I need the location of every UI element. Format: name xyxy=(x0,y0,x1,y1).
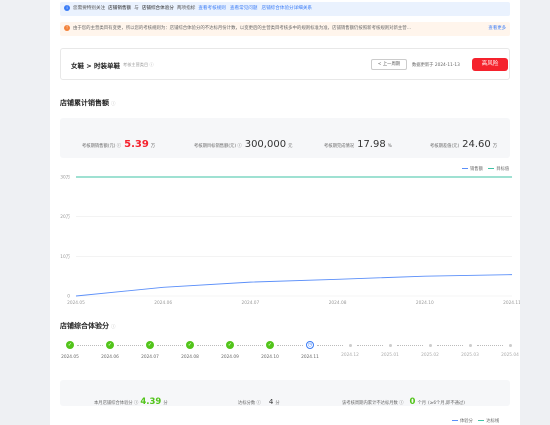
see-more-link[interactable]: 查看更多 xyxy=(485,22,506,36)
series-line-0 xyxy=(75,274,513,297)
pending-dot-icon xyxy=(508,343,512,347)
y-tick-label: 30万 xyxy=(60,175,70,181)
timeline-month[interactable]: ✓ 2024.08 xyxy=(172,338,208,360)
timeline-month-label: 2025.02 xyxy=(421,352,439,358)
sales-section-title: 店铺累计销售额 ⓘ xyxy=(60,99,116,107)
timeline-month-label: 2024.09 xyxy=(221,355,239,360)
timeline-month-label: 2024.10 xyxy=(261,355,279,360)
x-tick-label: 2024.05 xyxy=(67,300,85,306)
info-text-4: 店铺综合体验分 xyxy=(141,6,174,11)
timeline-month-label: 2024.12 xyxy=(341,352,359,358)
faq-link[interactable]: 查看常见问题 xyxy=(230,6,258,11)
pending-dot-icon xyxy=(468,343,472,347)
metric-gap: 考核期差值(元) 24.60 万 xyxy=(430,139,498,150)
help-icon: ⓘ xyxy=(236,144,242,149)
pending-dot-icon xyxy=(428,343,432,347)
check-icon: ✓ xyxy=(106,341,114,349)
risk-level-badge[interactable]: 高风险 xyxy=(472,58,508,71)
score-timeline: ✓ 2024.05 ✓ 2024.06 ✓ 2024.07 ✓ 2024.08 ✓ 2024.09… xyxy=(50,338,520,368)
data-updated: 数据更新于 2024-11-13 xyxy=(412,63,460,68)
warning-text: 由于您的主营类目有变更，所以您的考核规则为：店铺综合体验分的不达标月份计数，以变… xyxy=(73,26,412,31)
y-tick-label: 20万 xyxy=(60,214,70,220)
info-text-3: 与 xyxy=(134,6,139,11)
category-card: 女鞋 > 时装单鞋 考核主营类目 ⓘ < 上一周期 数据更新于 2024-11-… xyxy=(60,48,510,80)
info-text-1: 您需要特别关注 xyxy=(73,6,106,11)
x-tick-label: 2024.08 xyxy=(329,300,347,306)
score-chart-legend: 体验分 达标线 xyxy=(452,418,499,424)
x-tick-label: 2024.11 xyxy=(503,300,520,306)
warning-bar: ! 由于您的主营类目有变更，所以您的考核规则为：店铺综合体验分的不达标月份计数，以… xyxy=(60,22,510,36)
timeline-month[interactable]: ✓ 2024.05 xyxy=(52,338,88,360)
timeline-month[interactable]: ✓ 2024.09 xyxy=(212,338,248,360)
stat-threshold: 达标分数 ⓘ 4 分 xyxy=(238,398,280,406)
timeline-month-label: 2024.11 xyxy=(301,355,319,360)
timeline-month-label: 2024.05 xyxy=(61,355,79,360)
x-tick-label: 2024.10 xyxy=(416,300,434,306)
metric-target: 考核期目标销售额(元) ⓘ 300,000 元 xyxy=(194,139,293,150)
x-tick-label: 2024.06 xyxy=(154,300,172,306)
previous-period-button[interactable]: < 上一周期 xyxy=(371,59,407,70)
help-icon: ⓘ xyxy=(111,102,116,107)
category-path: 女鞋 > 时装单鞋 xyxy=(71,62,120,70)
y-tick-label: 0 xyxy=(67,294,70,300)
timeline-month[interactable]: ✓ 2024.10 xyxy=(252,338,288,360)
stat-fail-months: 该考核周期内累计不达标月数 ⓘ 0 个月 (≥6个月,即不通过) xyxy=(342,397,465,407)
legend-score[interactable]: 体验分 xyxy=(452,419,473,424)
help-icon: ⓘ xyxy=(255,401,261,406)
assessment-panel: i 您需要特别关注 店铺销售额与店铺综合体验分 两项指标 查看考核规则 查看常见问题 店铺综… xyxy=(50,0,520,425)
pending-dot-icon xyxy=(388,343,392,347)
score-section-title: 店铺综合体验分 ⓘ xyxy=(60,322,116,330)
score-stats: 本月店铺综合体验分 ⓘ 4.39 分 达标分数 ⓘ 4 分 该考核周期内累计不达标月数 … xyxy=(60,380,510,407)
timeline-month[interactable]: ✓ 2024.07 xyxy=(132,338,168,360)
timeline-month[interactable]: 2025.04 xyxy=(492,338,520,358)
timeline-month[interactable]: 2025.01 xyxy=(372,338,408,358)
timeline-month-label: 2025.04 xyxy=(501,352,519,358)
timeline-month-label: 2025.03 xyxy=(461,352,479,358)
help-icon: ⓘ xyxy=(397,401,404,406)
category-subtitle: 考核主营类目 ⓘ xyxy=(123,62,154,67)
timeline-month-label: 2024.06 xyxy=(101,355,119,360)
help-icon: ⓘ xyxy=(111,325,116,330)
timeline-month[interactable]: ◷ 2024.11 xyxy=(292,338,328,360)
warning-icon: ! xyxy=(64,24,70,31)
score-relation-link[interactable]: 店铺综合体验分详细关系 xyxy=(261,6,312,11)
timeline-month-label: 2025.01 xyxy=(381,352,399,358)
y-tick-label: 10万 xyxy=(60,254,70,260)
rules-link[interactable]: 查看考核规则 xyxy=(198,6,226,11)
timeline-month[interactable]: ✓ 2024.06 xyxy=(92,338,128,360)
check-icon: ✓ xyxy=(266,341,274,349)
timeline-month-label: 2024.08 xyxy=(181,355,199,360)
sales-metrics: 考核期销售额(元) ⓘ 5.39 万 考核期目标销售额(元) ⓘ 300,000 元 考… xyxy=(60,118,510,158)
legend-threshold[interactable]: 达标线 xyxy=(478,419,499,424)
help-icon: ⓘ xyxy=(132,401,139,406)
pending-dot-icon xyxy=(348,343,352,347)
timeline-month-label: 2024.07 xyxy=(141,355,159,360)
info-text-2: 店铺销售额 xyxy=(108,6,132,11)
clock-icon: ◷ xyxy=(306,341,314,349)
info-bar: i 您需要特别关注 店铺销售额与店铺综合体验分 两项指标 查看考核规则 查看常见问题 店铺综… xyxy=(60,2,510,16)
x-tick-label: 2024.07 xyxy=(242,300,260,306)
info-icon: i xyxy=(64,4,70,11)
check-icon: ✓ xyxy=(186,341,194,349)
metric-sales: 考核期销售额(元) ⓘ 5.39 万 xyxy=(82,139,156,150)
stat-current-score: 本月店铺综合体验分 ⓘ 4.39 分 xyxy=(94,397,168,407)
timeline-month[interactable]: 2024.12 xyxy=(332,338,368,358)
check-icon: ✓ xyxy=(146,341,154,349)
help-icon: ⓘ xyxy=(115,144,122,149)
timeline-month[interactable]: 2025.03 xyxy=(452,338,488,358)
timeline-month[interactable]: 2025.02 xyxy=(412,338,448,358)
help-icon: ⓘ xyxy=(149,62,154,67)
sales-line-chart: 0 10万 20万 30万 2024.05 2024.06 2024.07 2024.08 20… xyxy=(60,175,520,307)
metric-completion: 考核期完成情况 17.98% xyxy=(324,139,392,150)
check-icon: ✓ xyxy=(226,341,234,349)
info-text-5: 两项指标 xyxy=(176,6,196,11)
check-icon: ✓ xyxy=(66,341,74,349)
